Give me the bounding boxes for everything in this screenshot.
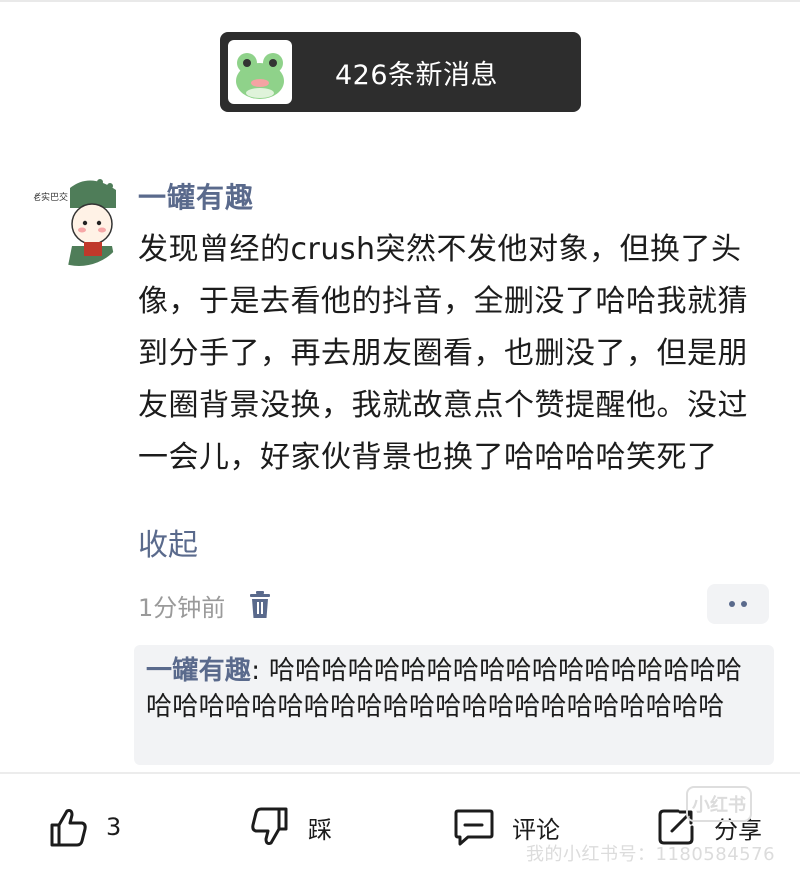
- comment-time: 1分钟前: [138, 593, 226, 622]
- avatar-caption: 老实巴交: [32, 191, 68, 203]
- new-messages-banner[interactable]: 426条新消息: [220, 32, 581, 112]
- like-count: 3: [106, 813, 122, 841]
- dot-icon: [729, 601, 735, 607]
- reply-separator: :: [251, 656, 261, 686]
- watermark-text: 我的小红书号：1180584576: [526, 844, 776, 865]
- more-options-button[interactable]: [707, 584, 769, 624]
- thumbs-up-icon: [50, 809, 87, 847]
- trash-icon[interactable]: [247, 590, 273, 620]
- comment-meta: 1分钟前: [138, 585, 273, 625]
- reply-preview[interactable]: 一罐有趣: 哈哈哈哈哈哈哈哈哈哈哈哈哈哈哈哈哈哈哈哈哈哈哈哈哈哈哈哈哈哈哈哈哈哈…: [134, 645, 774, 765]
- like-button[interactable]: 3: [46, 800, 121, 854]
- comment-icon: [454, 809, 494, 846]
- comment-username[interactable]: 一罐有趣: [138, 176, 254, 216]
- dislike-button[interactable]: 踩: [248, 800, 332, 854]
- collapse-button[interactable]: 收起: [138, 520, 198, 564]
- dot-icon: [741, 601, 747, 607]
- watermark-logo: 小红书: [686, 786, 752, 822]
- frog-avatar-icon: [228, 40, 292, 104]
- user-avatar[interactable]: 老实巴交: [30, 168, 128, 266]
- reply-author[interactable]: 一罐有趣: [146, 656, 251, 686]
- top-divider: [0, 0, 800, 2]
- dislike-label: 踩: [308, 815, 332, 844]
- comment-text: 发现曾经的crush突然不发他对象，但换了头像，于是去看他的抖音，全删没了哈哈我…: [138, 232, 748, 475]
- new-messages-text: 426条新消息: [334, 59, 499, 91]
- action-divider: [0, 772, 800, 774]
- thumbs-down-icon: [251, 807, 288, 845]
